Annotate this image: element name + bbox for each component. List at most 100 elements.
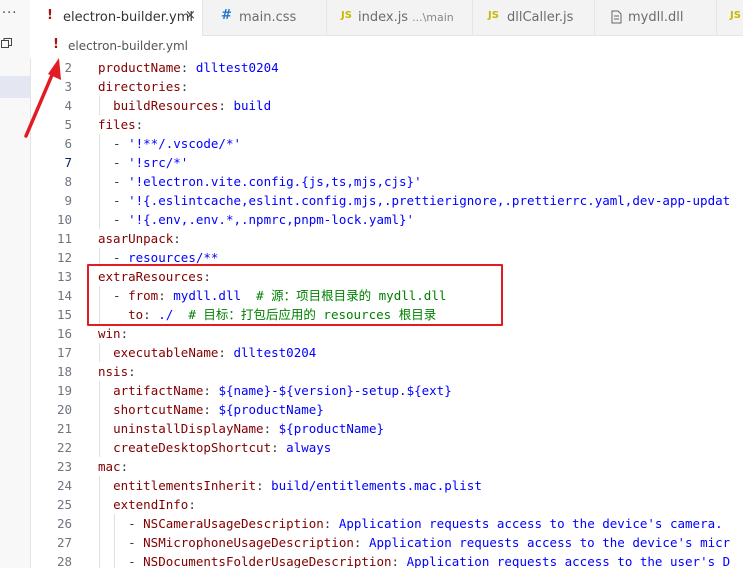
line-number: 21 bbox=[56, 421, 72, 436]
js-file-icon: JS bbox=[488, 10, 499, 21]
code-line[interactable]: 5 files: bbox=[30, 115, 743, 134]
line-number: 18 bbox=[56, 364, 72, 379]
code-token: : bbox=[323, 516, 339, 531]
code-token: artifactName bbox=[113, 383, 204, 398]
css-file-icon: # bbox=[221, 8, 232, 23]
line-number: 7 bbox=[64, 155, 72, 170]
line-number: 8 bbox=[64, 174, 72, 189]
code-token: '!**/.vscode/*' bbox=[128, 136, 241, 151]
code-token: - bbox=[98, 250, 129, 265]
code-token: buildResources bbox=[113, 98, 219, 113]
code-token: - bbox=[98, 174, 129, 189]
tab-main-css[interactable]: # main.css bbox=[203, 0, 327, 35]
code-token: Application requests access to the devic… bbox=[338, 516, 723, 531]
code-line[interactable]: 26 - NSCameraUsageDescription: Applicati… bbox=[30, 514, 743, 533]
code-token: : bbox=[353, 535, 369, 550]
code-text: - '!{.env,.env.*,.npmrc,pnpm-lock.yaml}' bbox=[98, 210, 414, 229]
code-token: NSMicrophoneUsageDescription bbox=[143, 535, 354, 550]
code-token: build/entitlements.mac.plist bbox=[271, 478, 482, 493]
code-text: extendInfo: bbox=[98, 495, 196, 514]
tab-index-js[interactable]: JS index.js ...\main bbox=[327, 0, 473, 35]
code-token: directories bbox=[98, 79, 181, 94]
code-line[interactable]: 24 entitlementsInherit: build/entitlemen… bbox=[30, 476, 743, 495]
code-line[interactable]: 7 - '!src/*' bbox=[30, 153, 743, 172]
code-text: createDesktopShortcut: always bbox=[98, 438, 331, 457]
code-line[interactable]: 9 - '!{.eslintcache,eslint.config.mjs,.p… bbox=[30, 191, 743, 210]
breadcrumb-item-file[interactable]: electron-builder.yml bbox=[68, 39, 188, 53]
code-token: - bbox=[98, 535, 144, 550]
code-text: entitlementsInherit: build/entitlements.… bbox=[98, 476, 482, 495]
code-token: entitlementsInherit bbox=[113, 478, 257, 493]
tab-label: index.js ...\main bbox=[358, 10, 454, 25]
code-token: shortcutName bbox=[113, 402, 204, 417]
code-token: '!electron.vite.config.{js,ts,mjs,cjs}' bbox=[128, 174, 422, 189]
yaml-file-icon: ! bbox=[47, 8, 53, 23]
code-token: executableName bbox=[113, 345, 219, 360]
line-number: 11 bbox=[56, 231, 72, 246]
code-line[interactable]: 19 artifactName: ${name}-${version}-setu… bbox=[30, 381, 743, 400]
code-line[interactable]: 23 mac: bbox=[30, 457, 743, 476]
js-file-icon: JS bbox=[341, 10, 352, 21]
code-line[interactable]: 11 asarUnpack: bbox=[30, 229, 743, 248]
tab-dllcaller-js[interactable]: JS dllCaller.js bbox=[473, 0, 595, 35]
line-number: 28 bbox=[56, 554, 72, 568]
code-token: - bbox=[98, 155, 129, 170]
code-line[interactable]: 28 - NSDocumentsFolderUsageDescription: … bbox=[30, 552, 743, 568]
code-token: build bbox=[233, 98, 272, 113]
close-icon[interactable]: × bbox=[185, 8, 196, 23]
breadcrumb: ! electron-builder.yml bbox=[30, 36, 743, 58]
code-line[interactable]: 8 - '!electron.vite.config.{js,ts,mjs,cj… bbox=[30, 172, 743, 191]
line-number: 17 bbox=[56, 345, 72, 360]
code-token: ${productName} bbox=[218, 402, 324, 417]
code-line[interactable]: 6 - '!**/.vscode/*' bbox=[30, 134, 743, 153]
code-token: asarUnpack bbox=[98, 231, 174, 246]
more-actions-icon[interactable]: ··· bbox=[2, 6, 17, 21]
code-line[interactable]: 21 uninstallDisplayName: ${productName} bbox=[30, 419, 743, 438]
code-line[interactable]: 10 - '!{.env,.env.*,.npmrc,pnpm-lock.yam… bbox=[30, 210, 743, 229]
code-token: NSDocumentsFolderUsageDescription bbox=[143, 554, 392, 568]
editor-tab-bar: ! electron-builder.yml × # main.css JS i… bbox=[30, 0, 743, 36]
code-text: - NSDocumentsFolderUsageDescription: App… bbox=[98, 552, 730, 568]
code-token: : bbox=[180, 79, 189, 94]
code-text: nsis: bbox=[98, 362, 136, 381]
code-line[interactable]: 22 createDesktopShortcut: always bbox=[30, 438, 743, 457]
restore-window-icon[interactable] bbox=[1, 38, 12, 48]
line-number: 9 bbox=[64, 193, 72, 208]
code-text: - '!electron.vite.config.{js,ts,mjs,cjs}… bbox=[98, 172, 422, 191]
code-token: '!{.env,.env.*,.npmrc,pnpm-lock.yaml}' bbox=[128, 212, 415, 227]
code-token: : bbox=[218, 345, 234, 360]
js-file-icon: JS bbox=[730, 10, 741, 21]
tab-electron-builder-yml[interactable]: ! electron-builder.yml × bbox=[30, 0, 203, 36]
code-token: Application requests access to the user'… bbox=[406, 554, 731, 568]
code-token: nsis bbox=[98, 364, 129, 379]
code-line[interactable]: 16 win: bbox=[30, 324, 743, 343]
code-token: - bbox=[98, 212, 129, 227]
line-number: 23 bbox=[56, 459, 72, 474]
code-token: : bbox=[135, 117, 144, 132]
code-line[interactable]: 25 extendInfo: bbox=[30, 495, 743, 514]
code-token: : bbox=[203, 383, 219, 398]
code-line[interactable]: 17 executableName: dlltest0204 bbox=[30, 343, 743, 362]
code-text: productName: dlltest0204 bbox=[98, 58, 279, 77]
line-number: 24 bbox=[56, 478, 72, 493]
code-line[interactable]: 4 buildResources: build bbox=[30, 96, 743, 115]
code-token: files bbox=[98, 117, 136, 132]
tab-mydll-dll[interactable]: mydll.dll bbox=[595, 0, 717, 35]
code-token: NSCameraUsageDescription bbox=[143, 516, 324, 531]
code-token: - bbox=[98, 516, 144, 531]
code-text: win: bbox=[98, 324, 128, 343]
code-line[interactable]: 18 nsis: bbox=[30, 362, 743, 381]
code-line[interactable]: 3 directories: bbox=[30, 77, 743, 96]
highlight-annotation-box bbox=[87, 264, 503, 326]
code-line[interactable]: 20 shortcutName: ${productName} bbox=[30, 400, 743, 419]
code-line[interactable]: 27 - NSMicrophoneUsageDescription: Appli… bbox=[30, 533, 743, 552]
tab-overflow-js[interactable]: JS bbox=[717, 0, 743, 35]
code-token: ${productName} bbox=[278, 421, 384, 436]
code-line[interactable]: 2 productName: dlltest0204 bbox=[30, 58, 743, 77]
